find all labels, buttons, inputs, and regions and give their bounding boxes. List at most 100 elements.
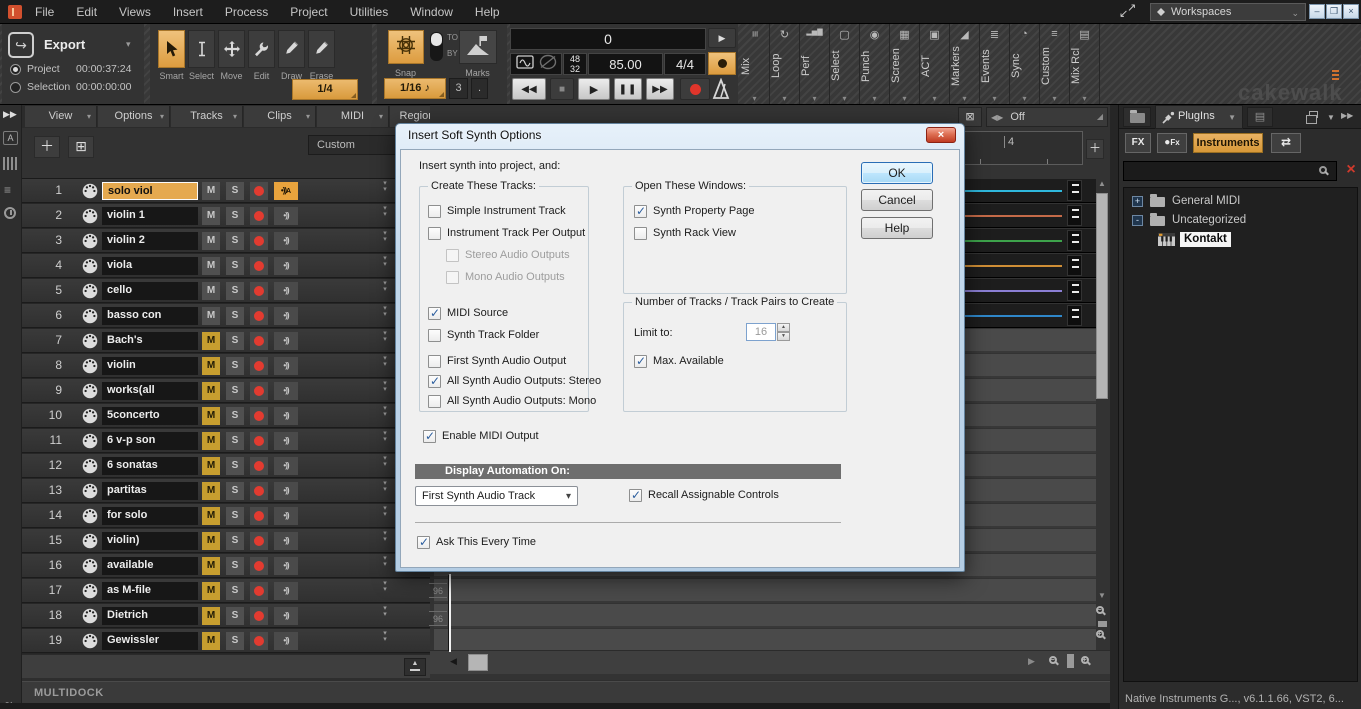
expand-chevron-icon[interactable]: ▾ ▾ [378,555,392,568]
arm-record-button[interactable] [250,282,268,300]
mute-button[interactable]: M [202,232,220,250]
module-tab-markers[interactable]: ◢ Markers ▾ [950,24,980,104]
track-name[interactable]: 6 v-p son [102,432,198,450]
snap-resolution-dropdown[interactable]: 1/16 ♪ [384,78,446,99]
tree-item-kontakt[interactable]: Kontakt [1124,230,1357,249]
vscroll-thumb[interactable] [1096,193,1108,399]
expand-chevron-icon[interactable]: ▾ ▾ [378,630,392,643]
marks-button[interactable] [459,30,497,64]
arm-record-button[interactable] [250,457,268,475]
arm-record-button[interactable] [250,507,268,525]
solo-button[interactable]: S [226,357,244,375]
mute-button[interactable]: M [202,507,220,525]
add-track-button[interactable]: ＋ [34,136,60,158]
module-tab-loop[interactable]: ↻ Loop ▾ [770,24,800,104]
track-control-preset-dropdown[interactable]: Custom [308,135,398,155]
export-project-radio[interactable] [10,64,21,75]
menu-edit[interactable]: Edit [65,0,108,24]
hzoom-out-button[interactable]: − [1048,655,1062,669]
module-tab-act[interactable]: ▣ ACT ▾ [920,24,950,104]
track-name[interactable]: 5concerto [102,407,198,425]
export-icon[interactable]: ↪ [8,32,34,58]
tree-item-uncategorized[interactable]: - Uncategorized [1124,211,1357,230]
clip-block[interactable] [1067,255,1082,276]
clip-block[interactable] [1067,280,1082,301]
expand-chevron-icon[interactable]: ▾ ▾ [378,305,392,318]
mute-button[interactable]: M [202,532,220,550]
mute-button[interactable]: M [202,457,220,475]
clear-search-button[interactable]: × [1341,161,1361,181]
input-echo-button[interactable]: •)) [274,382,298,400]
expand-chevron-icon[interactable]: ▾ ▾ [378,255,392,268]
arm-record-button[interactable] [250,182,268,200]
vzoom-in-button[interactable]: + [1095,629,1109,643]
expand-chevron-icon[interactable]: ▾ ▾ [378,605,392,618]
help-button[interactable]: Help [861,217,933,239]
track-name[interactable]: for solo [102,507,198,525]
solo-button[interactable]: S [226,307,244,325]
input-echo-button[interactable]: •)) [274,557,298,575]
module-tab-screen[interactable]: ▦ Screen ▾ [890,24,920,104]
collapse-button[interactable]: ▲ [404,658,426,676]
draw-resolution-dropdown[interactable]: 1/4 [292,79,358,100]
solo-button[interactable]: S [226,182,244,200]
dialog-close-button[interactable]: × [926,127,956,143]
mute-button[interactable]: M [202,557,220,575]
expand-inspector-icon[interactable]: ▶▶ [3,109,17,120]
arm-record-button[interactable] [250,582,268,600]
input-echo-button[interactable]: •)) [274,332,298,350]
add-lane-button[interactable]: ＋ [1086,139,1104,159]
expand-chevron-icon[interactable]: ▾ ▾ [378,380,392,393]
track-view-tab-options[interactable]: Options ▾ [98,106,170,127]
solo-button[interactable]: S [226,607,244,625]
enable-midi-output-label[interactable]: Enable MIDI Output [442,430,539,443]
max-available-label[interactable]: Max. Available [653,355,724,368]
solo-button[interactable]: S [226,332,244,350]
menu-utilities[interactable]: Utilities [339,0,400,24]
recall-assignable-controls-checkbox[interactable] [629,488,642,502]
module-tab-perf[interactable]: ▂▅▇ Perf ▾ [800,24,830,104]
panel-menu-icon[interactable]: ▼ [1327,113,1335,122]
solo-button[interactable]: S [226,282,244,300]
tree-item-general-midi[interactable]: + General MIDI [1124,192,1357,211]
tool-erase-button[interactable] [308,30,335,68]
create-all-synth-audio-outputs-mono-label[interactable]: All Synth Audio Outputs: Mono [447,395,596,408]
audio-fx-filter-button[interactable]: FX [1125,133,1151,153]
stop-button[interactable]: ■ [550,78,574,100]
list-icon[interactable]: ≡ [4,183,11,197]
export-dropdown-icon[interactable]: ▾ [126,39,131,50]
workspaces-dropdown[interactable]: Workspaces ⌄ [1150,3,1306,21]
create-first-synth-audio-output-checkbox[interactable] [428,355,441,368]
mute-button[interactable]: M [202,582,220,600]
arm-record-button[interactable] [250,632,268,650]
solo-button[interactable]: S [226,557,244,575]
mute-button[interactable]: M [202,307,220,325]
expand-chevron-icon[interactable]: ▾ ▾ [378,180,392,193]
notes-browser-tab[interactable]: ▤ [1247,107,1273,127]
expand-chevron-icon[interactable]: ▾ ▾ [378,280,392,293]
clip-block[interactable] [1067,230,1082,251]
mute-button[interactable]: M [202,382,220,400]
media-browser-tab[interactable] [1123,107,1151,127]
mini-play-button[interactable]: ▶ [708,28,736,48]
panel-splitter[interactable] [1110,105,1118,709]
track-view-tab-midi[interactable]: MIDI ▾ [317,106,389,127]
dock-layout-icon[interactable] [1306,111,1318,124]
track-name[interactable]: viola [102,257,198,275]
mute-button[interactable]: M [202,407,220,425]
open-synth-rack-view-checkbox[interactable] [634,227,647,240]
track-name[interactable]: solo viol [102,182,198,200]
open-synth-rack-view-label[interactable]: Synth Rack View [653,227,736,240]
create-synth-track-folder-label[interactable]: Synth Track Folder [447,329,539,342]
expand-chevron-icon[interactable]: ▾ ▾ [378,580,392,593]
arranger-icon[interactable]: A [3,131,18,145]
module-tab-custom[interactable]: ≡ Custom ▾ [1040,24,1070,104]
track-view-tab-tracks[interactable]: Tracks ▾ [171,106,243,127]
solo-button[interactable]: S [226,232,244,250]
close-button[interactable]: × [1343,4,1359,19]
input-echo-button[interactable]: •)) [274,482,298,500]
input-echo-button[interactable]: •)) [274,207,298,225]
tool-edit-button[interactable] [248,30,275,68]
solo-button[interactable]: S [226,432,244,450]
arm-record-button[interactable] [250,332,268,350]
